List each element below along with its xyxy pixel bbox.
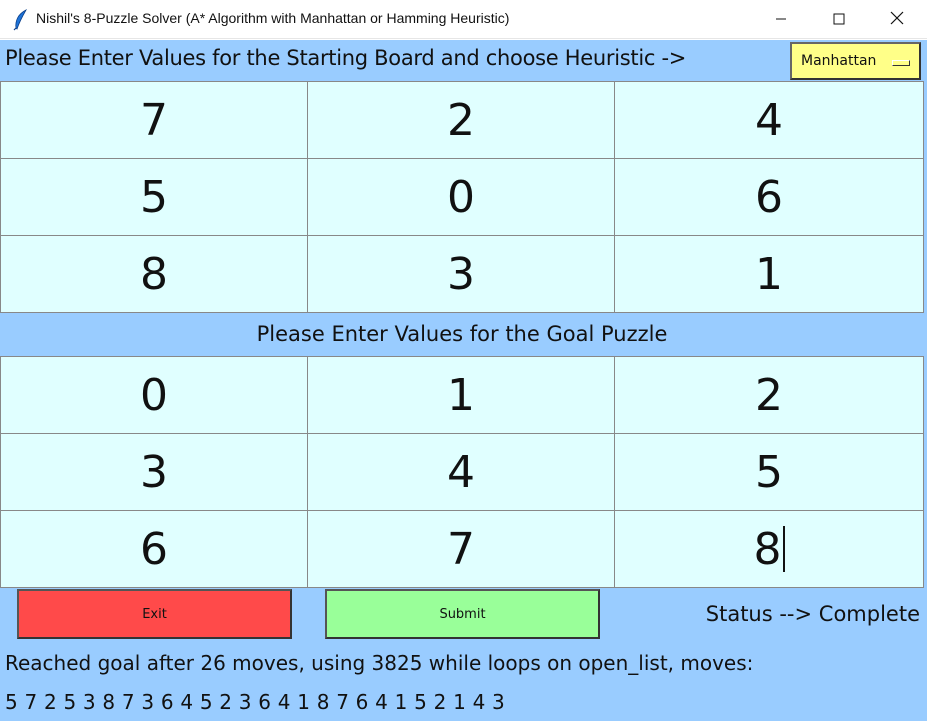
close-button[interactable] <box>868 0 926 39</box>
start-cell-8[interactable]: 3 <box>308 236 615 313</box>
minimize-icon <box>775 10 787 29</box>
heuristic-selected-value: Manhattan <box>801 53 877 69</box>
moves-sequence: 5 7 2 5 3 8 7 3 6 4 5 2 3 6 4 1 8 7 6 4 … <box>5 690 505 714</box>
goal-cell-2[interactable]: 1 <box>308 357 615 434</box>
start-board-grid: 7 2 4 5 0 6 8 3 1 <box>0 81 924 313</box>
heuristic-dropdown[interactable]: Manhattan <box>790 42 921 80</box>
feather-icon <box>12 9 30 31</box>
start-cell-1[interactable]: 7 <box>0 82 308 159</box>
start-cell-3[interactable]: 4 <box>615 82 924 159</box>
window-title: Nishil's 8-Puzzle Solver (A* Algorithm w… <box>36 10 510 26</box>
maximize-icon <box>833 10 845 29</box>
close-icon <box>890 10 904 29</box>
goal-cell-8[interactable]: 7 <box>308 511 615 588</box>
app-body: Please Enter Values for the Starting Boa… <box>0 40 927 721</box>
start-cell-2[interactable]: 2 <box>308 82 615 159</box>
minimize-button[interactable] <box>752 0 810 39</box>
submit-button[interactable]: Submit <box>325 589 600 639</box>
text-caret <box>782 526 785 572</box>
dropdown-indicator-icon <box>892 60 910 66</box>
goal-cell-1[interactable]: 0 <box>0 357 308 434</box>
start-cell-5[interactable]: 0 <box>308 159 615 236</box>
start-cell-7[interactable]: 8 <box>0 236 308 313</box>
start-cell-9[interactable]: 1 <box>615 236 924 313</box>
result-summary: Reached goal after 26 moves, using 3825 … <box>5 651 754 675</box>
status-label: Status --> Complete <box>705 602 920 626</box>
goal-board-grid: 0 1 2 3 4 5 6 7 8 <box>0 356 924 588</box>
header-row: Please Enter Values for the Starting Boa… <box>0 40 927 81</box>
goal-cell-4[interactable]: 3 <box>0 434 308 511</box>
start-board-prompt: Please Enter Values for the Starting Boa… <box>5 46 687 70</box>
goal-cell-9-value: 8 <box>753 523 782 575</box>
title-bar: Nishil's 8-Puzzle Solver (A* Algorithm w… <box>0 0 927 39</box>
goal-cell-9[interactable]: 8 <box>615 511 924 588</box>
start-cell-4[interactable]: 5 <box>0 159 308 236</box>
exit-button[interactable]: Exit <box>17 589 292 639</box>
maximize-button[interactable] <box>810 0 868 39</box>
start-cell-6[interactable]: 6 <box>615 159 924 236</box>
goal-cell-5[interactable]: 4 <box>308 434 615 511</box>
goal-cell-6[interactable]: 5 <box>615 434 924 511</box>
goal-cell-3[interactable]: 2 <box>615 357 924 434</box>
goal-board-label: Please Enter Values for the Goal Puzzle <box>256 322 668 346</box>
goal-cell-7[interactable]: 6 <box>0 511 308 588</box>
